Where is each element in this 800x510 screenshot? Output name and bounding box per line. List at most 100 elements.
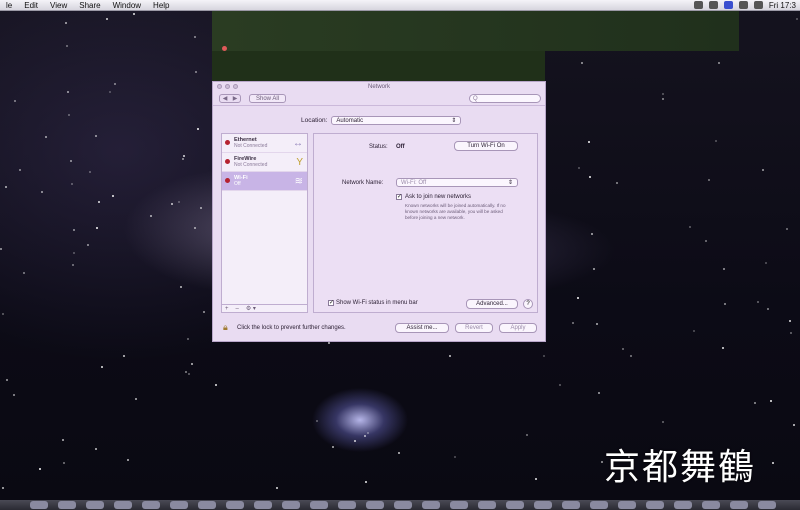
window-controls (217, 84, 238, 89)
show-wifi-status-checkbox[interactable]: ✓ (328, 300, 334, 306)
star (757, 301, 759, 303)
star (19, 169, 21, 171)
dock-app-icon[interactable] (114, 501, 132, 509)
wifi-icon: ≋ (294, 176, 303, 187)
dock-app-icon[interactable] (86, 501, 104, 509)
dock-app-icon[interactable] (450, 501, 468, 509)
menu-extras: Fri 17:3 (693, 1, 800, 10)
menu-item-share[interactable]: Share (73, 1, 106, 10)
dock-app-icon[interactable] (702, 501, 720, 509)
dock-app-icon[interactable] (282, 501, 300, 509)
dock-app-icon[interactable] (674, 501, 692, 509)
volume-icon[interactable] (738, 1, 748, 9)
dock-app-icon[interactable] (534, 501, 552, 509)
dock-app-icon[interactable] (422, 501, 440, 509)
turn-wifi-on-button[interactable]: Turn Wi-Fi On (454, 141, 518, 151)
star (578, 167, 580, 169)
location-select[interactable]: Automatic ⇕ (331, 116, 462, 125)
star (454, 456, 456, 458)
dock-app-icon[interactable] (506, 501, 524, 509)
remove-service-button[interactable]: – (236, 305, 239, 313)
star (789, 320, 791, 322)
menu-clock[interactable]: Fri 17:3 (769, 1, 796, 10)
minimize-icon[interactable] (225, 84, 230, 89)
star (762, 169, 764, 171)
menu-item-view[interactable]: View (44, 1, 73, 10)
wifi-menu-icon[interactable] (723, 1, 733, 9)
dock-app-icon[interactable] (730, 501, 748, 509)
dock-app-icon[interactable] (394, 501, 412, 509)
dock-app-icon[interactable] (142, 501, 160, 509)
apply-button[interactable]: Apply (499, 323, 537, 333)
dock-app-icon[interactable] (254, 501, 272, 509)
dock-app-icon[interactable] (338, 501, 356, 509)
action-menu-button[interactable]: ⚙ ▾ (246, 305, 256, 313)
menu-item-window[interactable]: Window (107, 1, 147, 10)
battery-icon[interactable] (753, 1, 763, 9)
revert-button[interactable]: Revert (455, 323, 493, 333)
service-list: Ethernet Not Connected ↔ FireWire Not Co… (221, 133, 308, 313)
advanced-button[interactable]: Advanced... (466, 299, 518, 309)
toolbar: ◀ ▶ Show All Q (213, 92, 545, 106)
dock-app-icon[interactable] (590, 501, 608, 509)
back-button[interactable]: ◀ (220, 95, 230, 102)
dock-app-icon[interactable] (226, 501, 244, 509)
star (203, 311, 205, 313)
dock-app-icon[interactable] (562, 501, 580, 509)
menu-item-help[interactable]: Help (147, 1, 175, 10)
menu-item-edit[interactable]: Edit (18, 1, 44, 10)
star (89, 171, 91, 173)
assist-me-button[interactable]: Assist me... (395, 323, 449, 333)
star (708, 179, 710, 181)
star (39, 468, 41, 470)
star (722, 347, 724, 349)
help-button[interactable]: ? (523, 299, 533, 309)
dock-app-icon[interactable] (758, 501, 776, 509)
service-firewire[interactable]: FireWire Not Connected Y (222, 153, 307, 172)
service-wifi[interactable]: Wi-Fi Off ≋ (222, 172, 307, 191)
star (98, 201, 100, 203)
dock-app-icon[interactable] (478, 501, 496, 509)
dock-app-icon[interactable] (30, 501, 48, 509)
star (14, 100, 16, 102)
star (67, 91, 69, 93)
background-window-strip-lower (212, 51, 545, 81)
ask-join-checkbox[interactable]: ✓ (396, 194, 402, 200)
lock-text: Click the lock to prevent further change… (237, 325, 346, 331)
add-service-button[interactable]: + (225, 305, 229, 313)
star (364, 435, 366, 437)
lock-icon[interactable]: 🔒︎ (223, 322, 233, 333)
dock-app-icon[interactable] (310, 501, 328, 509)
dock-app-icon[interactable] (198, 501, 216, 509)
star (178, 201, 180, 203)
service-ethernet[interactable]: Ethernet Not Connected ↔ (222, 134, 307, 153)
star (332, 446, 334, 448)
bluetooth-icon[interactable] (708, 1, 718, 9)
star (66, 45, 68, 47)
background-window-strip (212, 11, 739, 51)
network-name-value: Wi-Fi: Off (401, 180, 427, 186)
dock-app-icon[interactable] (646, 501, 664, 509)
menu-item-app[interactable]: le (0, 1, 18, 10)
star (367, 432, 369, 434)
star (127, 459, 129, 461)
star (13, 394, 15, 396)
network-name-select[interactable]: Wi-Fi: Off ⇕ (396, 178, 518, 187)
close-icon[interactable] (217, 84, 222, 89)
show-all-button[interactable]: Show All (249, 94, 287, 103)
ethernet-icon: ↔ (293, 138, 303, 149)
star (187, 338, 189, 340)
dock-app-icon[interactable] (170, 501, 188, 509)
dock (0, 500, 800, 510)
dock-app-icon[interactable] (58, 501, 76, 509)
forward-button[interactable]: ▶ (230, 95, 240, 102)
display-icon[interactable] (693, 1, 703, 9)
star (5, 186, 7, 188)
star (572, 322, 574, 324)
star (689, 226, 691, 228)
star (328, 342, 330, 344)
dock-app-icon[interactable] (618, 501, 636, 509)
search-input[interactable]: Q (469, 94, 541, 103)
dock-app-icon[interactable] (366, 501, 384, 509)
zoom-icon[interactable] (233, 84, 238, 89)
